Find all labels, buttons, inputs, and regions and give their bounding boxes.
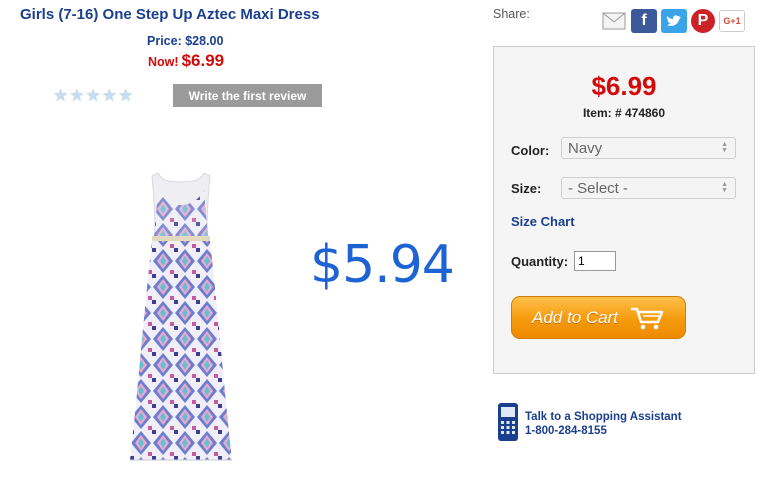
size-label: Size: [511,181,542,196]
purchase-box: $6.99 Item: # 474860 Color: Navy ▲ ▼ Size… [493,46,755,374]
add-to-cart-button[interactable]: Add to Cart [511,296,686,339]
size-select[interactable]: - Select - ▲ ▼ [561,177,736,199]
color-select-value: Navy [568,139,603,157]
share-label: Share: [493,7,530,21]
quantity-input[interactable] [574,251,616,271]
rating-stars: ★ ★ ★ ★ ★ [53,87,133,104]
star-icon: ★ [85,86,101,105]
share-icons: f P G+1 [601,9,745,33]
star-icon: ★ [118,86,134,105]
select-arrows-icon: ▲ ▼ [721,181,728,194]
select-arrows-icon: ▲ ▼ [721,141,728,154]
color-select[interactable]: Navy ▲ ▼ [561,137,736,159]
quantity-label: Quantity: [511,254,569,269]
overlay-price: $5.94 [310,235,455,295]
phone-icon [498,403,518,441]
write-review-button[interactable]: Write the first review [173,84,322,107]
product-image [130,172,232,461]
mail-icon[interactable] [601,9,627,33]
pinterest-icon[interactable]: P [691,9,715,33]
assistant-phone: 1-800-284-8155 [525,425,607,437]
size-chart-link[interactable]: Size Chart [511,214,575,229]
now-label: Now! [148,55,179,69]
shopping-assistant[interactable]: Talk to a Shopping Assistant 1-800-284-8… [525,410,682,438]
color-label: Color: [511,143,550,158]
original-price: Price: $28.00 [147,34,224,48]
product-title: Girls (7-16) One Step Up Aztec Maxi Dres… [20,6,320,23]
now-price: $6.99 [181,51,225,70]
twitter-icon[interactable] [661,9,687,33]
cart-icon [631,307,664,329]
star-icon: ★ [53,86,69,105]
star-icon: ★ [101,86,117,105]
size-select-value: - Select - [568,179,629,197]
google-plus-icon[interactable]: G+1 [719,10,745,32]
item-number: Item: # 474860 [582,106,666,120]
sale-price: Now! $6.99 [148,51,224,71]
facebook-icon[interactable]: f [631,9,657,33]
star-icon: ★ [69,86,85,105]
box-price: $6.99 [591,71,657,101]
add-to-cart-label: Add to Cart [532,307,618,327]
assistant-label: Talk to a Shopping Assistant [525,411,682,423]
